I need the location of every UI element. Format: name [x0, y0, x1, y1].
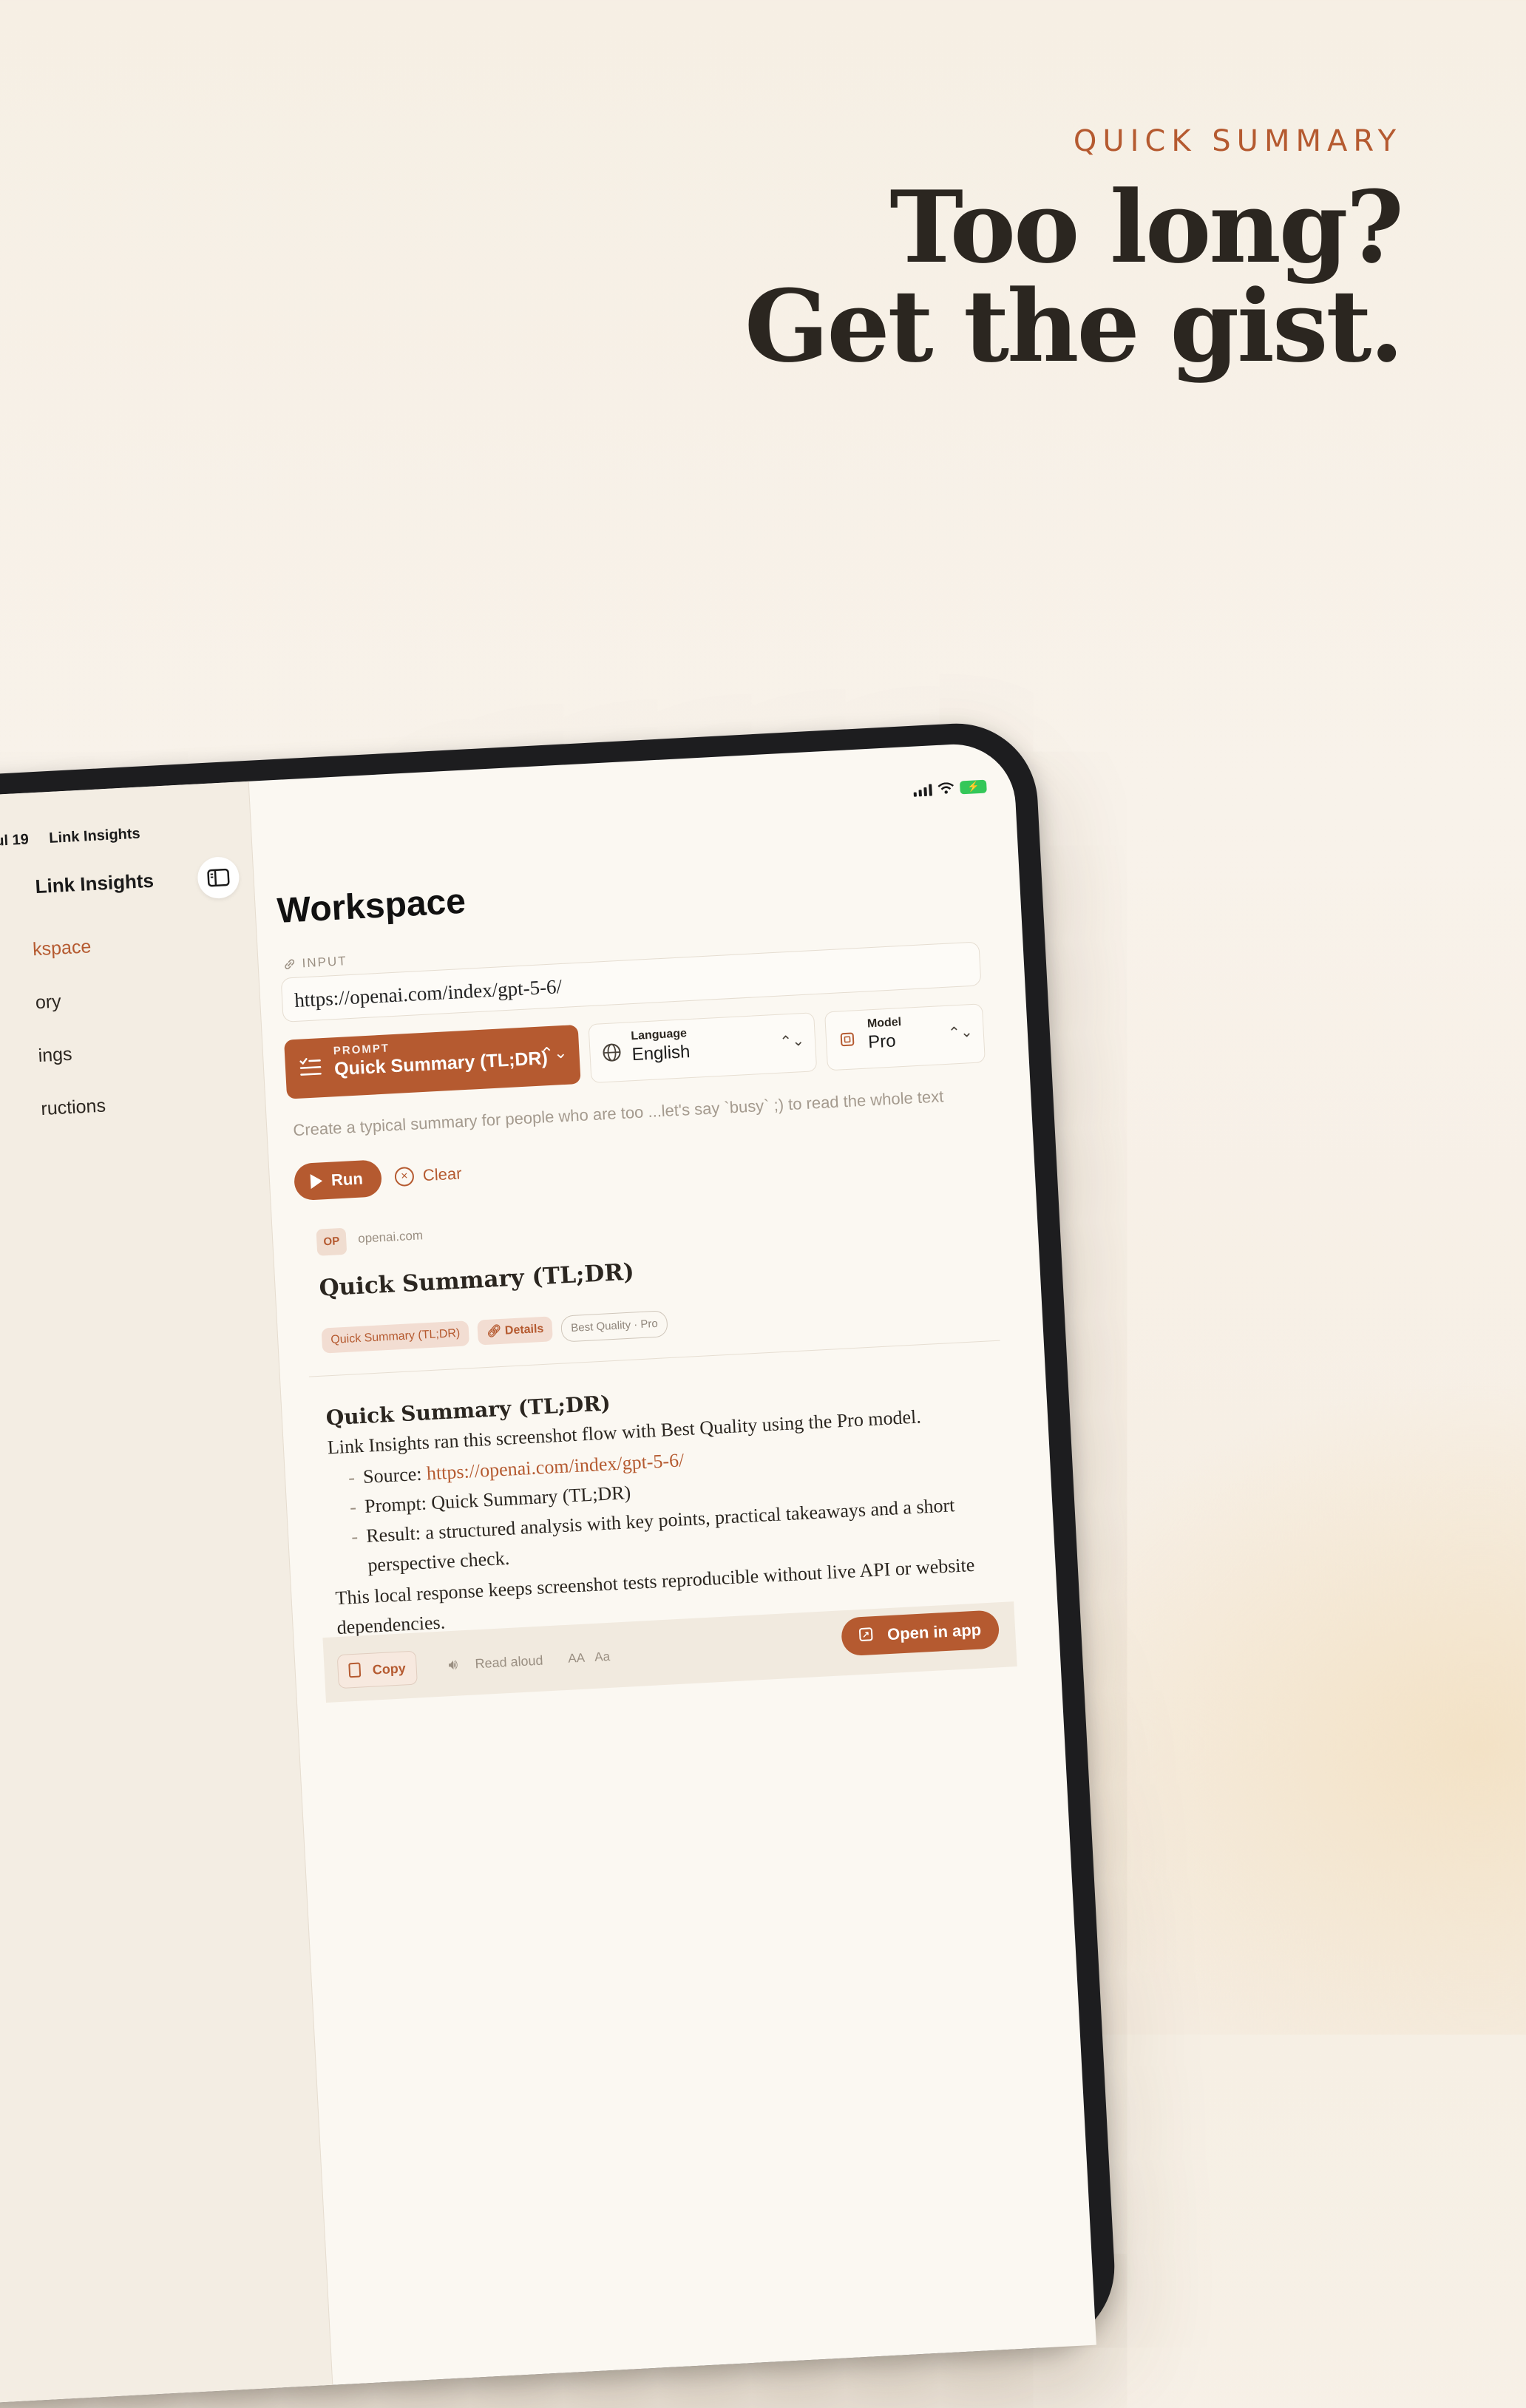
model-picker[interactable]: Model Pro ⌃⌄ [824, 1003, 986, 1071]
status-date: n Jul 19 [0, 831, 29, 850]
cpu-chip-icon [838, 1030, 856, 1048]
chevron-updown-icon: ⌃⌄ [779, 1031, 805, 1051]
open-in-app-button[interactable]: ↗ Open in app [841, 1610, 1000, 1656]
open-in-app-label: Open in app [886, 1621, 981, 1644]
sidebar-toggle-icon [207, 868, 230, 887]
page-title: Workspace [276, 881, 467, 932]
result-card: OP openai.com Quick Summary (TL;DR) Quic… [301, 1187, 1017, 1703]
link-icon [282, 957, 296, 971]
main-content: Workspace INPUT https://openai.com/index… [248, 742, 1096, 2385]
run-button[interactable]: Run [294, 1159, 382, 1201]
language-picker[interactable]: Language English ⌃⌄ [588, 1012, 817, 1083]
source-badge: OP [316, 1228, 347, 1256]
link-icon: 🔗︎ [486, 1325, 506, 1338]
input-label: INPUT [282, 954, 347, 972]
status-app-name: Link Insights [49, 826, 140, 847]
prompt-picker[interactable]: PROMPT Quick Summary (TL;DR) ⌃⌄ [284, 1025, 581, 1099]
hero-headline: Too long? Get the gist. [745, 177, 1402, 376]
result-chips: Quick Summary (TL;DR) 🔗︎ Details Best Qu… [322, 1310, 668, 1354]
sidebar-item-settings[interactable]: ings [38, 1038, 105, 1094]
clear-label: Clear [422, 1164, 462, 1184]
speaker-icon: 🔊︎ [447, 1649, 458, 1682]
sidebar-item-workspace[interactable]: kspace [32, 932, 99, 988]
source-domain: openai.com [358, 1228, 424, 1247]
prompt-chip: Quick Summary (TL;DR) [322, 1320, 470, 1353]
ipad-device: n Jul 19 Link Insights Link Insights ksp… [0, 719, 1119, 2408]
sidebar-title: Link Insights [35, 869, 155, 898]
checklist-icon [298, 1056, 323, 1079]
sidebar-item-instructions[interactable]: ructions [40, 1091, 107, 1147]
chevron-updown-icon: ⌃⌄ [948, 1022, 974, 1042]
font-size-controls: AA Aa [567, 1641, 611, 1675]
read-aloud-button[interactable]: 🔊︎ Read aloud [447, 1644, 543, 1682]
status-bar-left: n Jul 19 Link Insights [0, 824, 157, 851]
open-external-icon: ↗ [859, 1627, 873, 1641]
quality-chip: Best Quality · Pro [560, 1310, 668, 1342]
hero-eyebrow: QUICK SUMMARY [1074, 124, 1402, 158]
copy-label: Copy [372, 1661, 406, 1677]
chevron-updown-icon: ⌃⌄ [540, 1043, 568, 1064]
details-chip[interactable]: 🔗︎ Details [477, 1316, 553, 1345]
font-size-small-button[interactable]: AA [568, 1651, 586, 1666]
headline-line-2: Get the gist. [745, 277, 1402, 376]
copy-icon [348, 1663, 361, 1678]
prompt-description: Create a typical summary for people who … [293, 1087, 944, 1140]
sidebar-nav: kspace ory ings ructions [32, 932, 107, 1147]
headline-line-1: Too long? [745, 177, 1402, 277]
bullet-source-label: Source: [362, 1462, 427, 1487]
device-screen: n Jul 19 Link Insights Link Insights ksp… [0, 742, 1096, 2407]
result-body: Quick Summary (TL;DR) Link Insights ran … [325, 1369, 1003, 1643]
details-chip-label: Details [504, 1323, 543, 1337]
font-size-large-button[interactable]: Aa [594, 1649, 611, 1664]
result-title: Quick Summary (TL;DR) [319, 1258, 635, 1301]
copy-button[interactable]: Copy [337, 1651, 418, 1689]
input-label-text: INPUT [302, 954, 347, 971]
clear-button[interactable]: × Clear [394, 1155, 463, 1195]
clear-circle-icon: × [394, 1167, 414, 1187]
sidebar-toggle-button[interactable] [197, 856, 240, 900]
sidebar-item-history[interactable]: ory [35, 985, 102, 1041]
globe-icon [602, 1042, 622, 1062]
read-aloud-label: Read aloud [475, 1653, 543, 1672]
play-icon [311, 1173, 323, 1189]
run-label: Run [330, 1169, 363, 1189]
